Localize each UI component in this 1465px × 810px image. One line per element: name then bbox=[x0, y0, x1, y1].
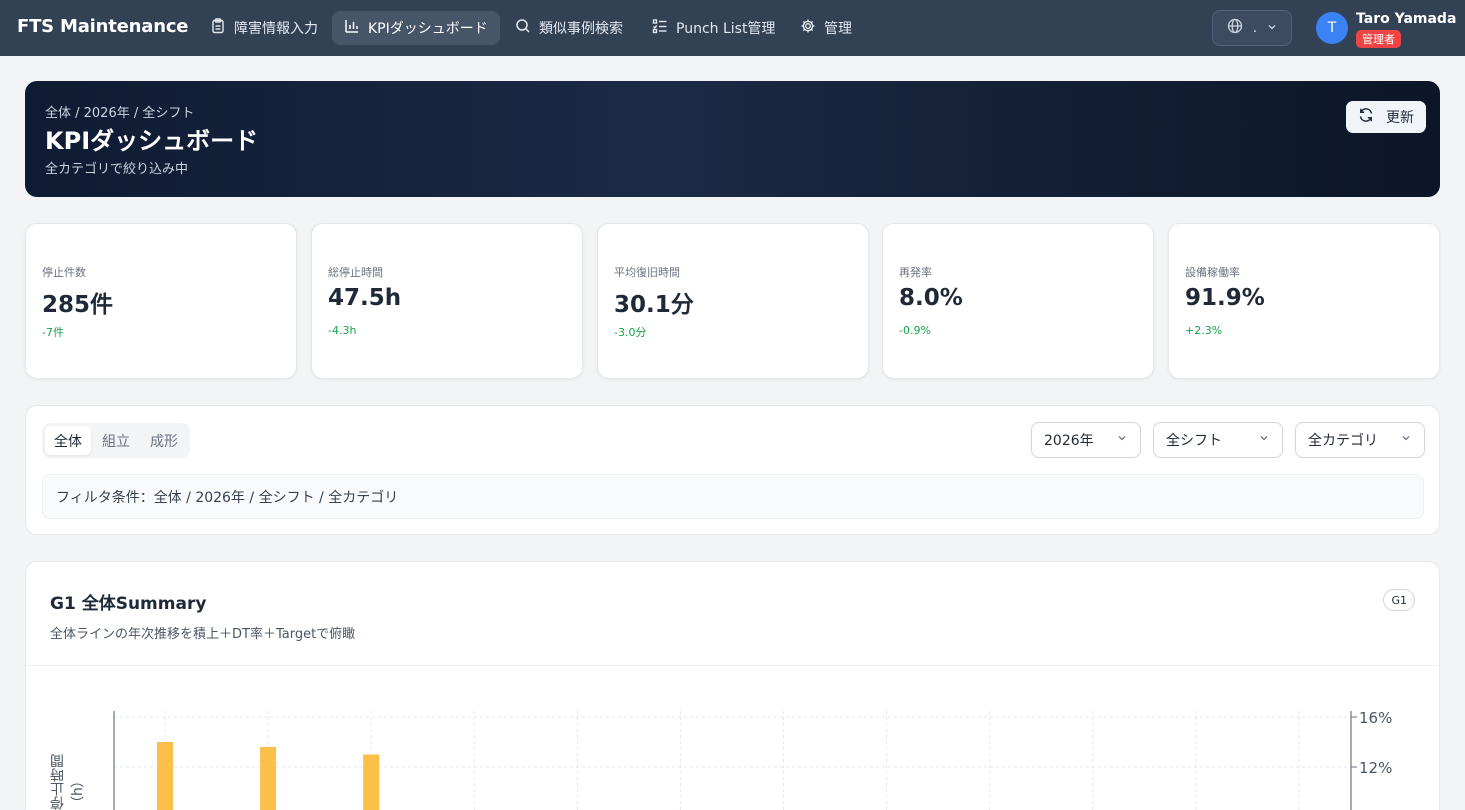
y2-tick-label: 12% bbox=[1359, 759, 1392, 777]
y-axis-label: 停止時間（h） bbox=[50, 754, 86, 810]
chart-bar bbox=[260, 747, 277, 810]
chart-bar bbox=[363, 754, 380, 810]
g1-summary-chart: 16% 12% bbox=[113, 709, 1392, 810]
chart-bar bbox=[157, 742, 173, 810]
y2-tick-label: 16% bbox=[1359, 709, 1392, 727]
chart-axes bbox=[113, 711, 1352, 810]
chart-bars bbox=[157, 742, 380, 810]
chart-grid bbox=[114, 711, 1351, 810]
chart-y2-ticks: 16% 12% bbox=[1351, 709, 1392, 777]
